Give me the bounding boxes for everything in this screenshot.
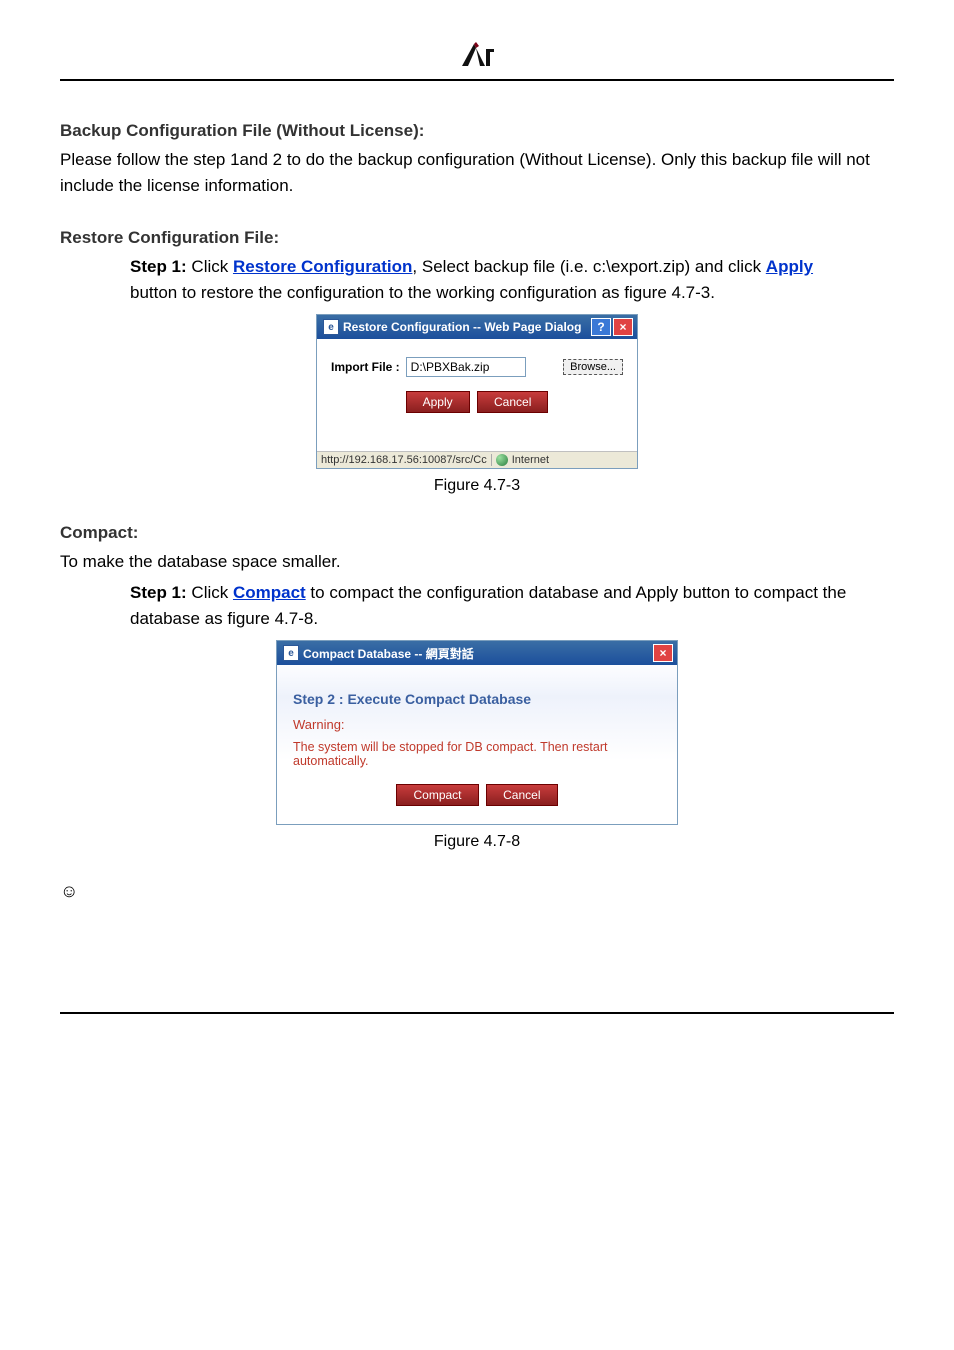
dialog-title: Restore Configuration -- Web Page Dialog bbox=[343, 320, 581, 334]
dialog-titlebar: e Restore Configuration -- Web Page Dial… bbox=[317, 315, 637, 339]
close-button[interactable]: × bbox=[653, 644, 673, 662]
ie-icon: e bbox=[323, 319, 339, 335]
import-file-label: Import File : bbox=[331, 360, 400, 374]
status-url: http://192.168.17.56:10087/src/Cc bbox=[321, 454, 487, 466]
header-logo bbox=[60, 40, 894, 75]
restore-text-c: button to restore the configuration to t… bbox=[130, 283, 715, 302]
compact-intro: To make the database space smaller. bbox=[60, 549, 894, 575]
header-rule bbox=[60, 79, 894, 81]
step-label-2: Step 1: bbox=[130, 583, 187, 602]
close-button[interactable]: × bbox=[613, 318, 633, 336]
figure-caption-1: Figure 4.7-3 bbox=[60, 477, 894, 495]
import-file-input[interactable] bbox=[406, 357, 526, 377]
warning-text: The system will be stopped for DB compac… bbox=[293, 740, 661, 768]
step2-title: Step 2 : Execute Compact Database bbox=[293, 691, 661, 707]
browse-button[interactable]: Browse... bbox=[563, 359, 623, 375]
apply-button[interactable]: Apply bbox=[406, 391, 470, 413]
footer-rule bbox=[60, 1012, 894, 1014]
help-button[interactable]: ? bbox=[591, 318, 611, 336]
backup-text: Please follow the step 1and 2 to do the … bbox=[60, 147, 894, 200]
globe-icon bbox=[496, 454, 508, 466]
apply-link[interactable]: Apply bbox=[766, 257, 813, 276]
compact-link[interactable]: Compact bbox=[233, 583, 306, 602]
dialog2-title: Compact Database -- 網頁對話 bbox=[303, 645, 474, 662]
compact-button[interactable]: Compact bbox=[396, 784, 478, 806]
compact-heading: Compact: bbox=[60, 523, 894, 543]
compact-dialog: e Compact Database -- 網頁對話 × Step 2 : Ex… bbox=[276, 640, 678, 825]
restore-dialog: e Restore Configuration -- Web Page Dial… bbox=[316, 314, 638, 469]
step-label: Step 1: bbox=[130, 257, 187, 276]
compact-step: Step 1: Click Compact to compact the con… bbox=[130, 580, 854, 633]
restore-text-b: , Select backup file (i.e. c:\export.zip… bbox=[412, 257, 765, 276]
status-zone: Internet bbox=[512, 454, 549, 466]
backup-heading: Backup Configuration File (Without Licen… bbox=[60, 121, 894, 141]
restore-text-a: Click bbox=[187, 257, 233, 276]
smiley-icon: ☺ bbox=[60, 881, 894, 902]
cancel-button[interactable]: Cancel bbox=[477, 391, 548, 413]
status-bar: http://192.168.17.56:10087/src/Cc Intern… bbox=[317, 451, 637, 468]
compact-text-a: Click bbox=[187, 583, 233, 602]
restore-step: Step 1: Click Restore Configuration, Sel… bbox=[130, 254, 854, 307]
restore-link[interactable]: Restore Configuration bbox=[233, 257, 412, 276]
ie-icon: e bbox=[283, 645, 299, 661]
figure-caption-2: Figure 4.7-8 bbox=[60, 833, 894, 851]
cancel-button[interactable]: Cancel bbox=[486, 784, 557, 806]
restore-heading: Restore Configuration File: bbox=[60, 228, 894, 248]
dialog2-titlebar: e Compact Database -- 網頁對話 × bbox=[277, 641, 677, 665]
warning-label: Warning: bbox=[293, 717, 661, 732]
